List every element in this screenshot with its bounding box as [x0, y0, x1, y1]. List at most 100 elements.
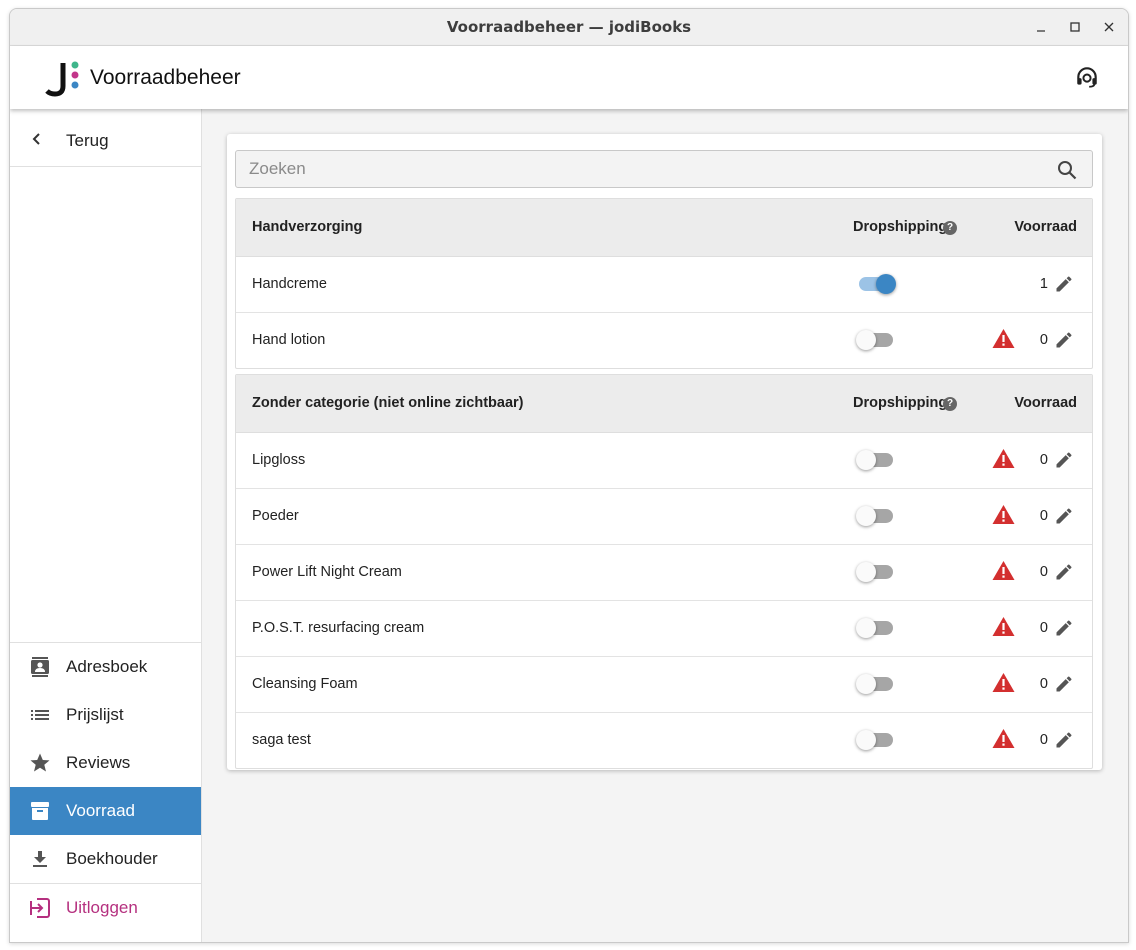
- warning-icon: [992, 328, 1015, 349]
- dropshipping-toggle[interactable]: [856, 450, 893, 470]
- dropshipping-toggle[interactable]: [856, 506, 893, 526]
- dropshipping-toggle[interactable]: [856, 330, 893, 350]
- column-header-dropshipping: Dropshipping: [853, 395, 948, 411]
- table-header: Zonder categorie (niet online zichtbaar)…: [236, 375, 1092, 433]
- stock-quantity: 0: [1039, 332, 1048, 348]
- sidebar-item-label: Prijslijst: [66, 705, 124, 724]
- chevron-left-icon: [30, 129, 44, 154]
- product-row: Lipgloss 0: [236, 433, 1092, 489]
- help-icon[interactable]: ?: [943, 221, 957, 235]
- download-icon: [28, 847, 52, 871]
- warning-icon: [992, 504, 1015, 525]
- sidebar-nav: Adresboek Prijslijst Reviews Voorraad Bo…: [10, 642, 201, 934]
- product-name: P.O.S.T. resurfacing cream: [252, 620, 425, 636]
- table-header: Handverzorging Dropshipping? Voorraad: [236, 199, 1092, 257]
- sidebar-item-voorraad[interactable]: Voorraad: [10, 787, 201, 835]
- column-header-voorraad: Voorraad: [1014, 219, 1077, 235]
- edit-pencil-icon[interactable]: [1054, 274, 1074, 294]
- jodibooks-logo: [44, 58, 84, 98]
- edit-pencil-icon[interactable]: [1054, 330, 1074, 350]
- edit-pencil-icon[interactable]: [1054, 562, 1074, 582]
- edit-pencil-icon[interactable]: [1054, 506, 1074, 526]
- toggle-knob: [856, 730, 876, 750]
- maximize-icon[interactable]: [1060, 9, 1090, 45]
- back-button[interactable]: Terug: [10, 109, 201, 167]
- toggle-knob: [856, 506, 876, 526]
- close-icon[interactable]: [1094, 9, 1124, 45]
- help-icon[interactable]: ?: [943, 397, 957, 411]
- archive-icon: [28, 799, 52, 823]
- search-input[interactable]: [236, 151, 1046, 187]
- window-titlebar: Voorraadbeheer — jodiBooks: [10, 9, 1128, 46]
- toggle-knob: [856, 330, 876, 350]
- category-table: Zonder categorie (niet online zichtbaar)…: [235, 374, 1093, 769]
- warning-icon: [992, 672, 1015, 693]
- main-content: Handverzorging Dropshipping? Voorraad Handc…: [202, 109, 1128, 942]
- sidebar-item-label: Adresboek: [66, 657, 148, 676]
- sidebar-item-boekhouder[interactable]: Boekhouder: [10, 835, 201, 883]
- category-table: Handverzorging Dropshipping? Voorraad Handc…: [235, 198, 1093, 369]
- product-row: Cleansing Foam 0: [236, 657, 1092, 713]
- support-headset-icon[interactable]: [1074, 64, 1100, 90]
- category-name: Zonder categorie (niet online zichtbaar): [252, 395, 524, 411]
- toggle-knob: [856, 618, 876, 638]
- column-header-dropshipping: Dropshipping: [853, 219, 948, 235]
- stock-card: Handverzorging Dropshipping? Voorraad Handc…: [227, 134, 1102, 770]
- toggle-knob: [876, 274, 896, 294]
- toggle-knob: [856, 674, 876, 694]
- stock-quantity: 0: [1039, 676, 1048, 692]
- stock-quantity: 0: [1039, 452, 1048, 468]
- product-name: Hand lotion: [252, 332, 326, 348]
- product-row: Handcreme 1: [236, 257, 1092, 313]
- sidebar-item-reviews[interactable]: Reviews: [10, 739, 201, 787]
- sidebar-item-label: Reviews: [66, 753, 131, 772]
- edit-pencil-icon[interactable]: [1054, 674, 1074, 694]
- logout-label: Uitloggen: [66, 898, 138, 917]
- product-row: Poeder 0: [236, 489, 1092, 545]
- dropshipping-toggle[interactable]: [859, 274, 896, 294]
- column-header-voorraad: Voorraad: [1014, 395, 1077, 411]
- stock-quantity: 0: [1039, 732, 1048, 748]
- product-name: saga test: [252, 732, 311, 748]
- dropshipping-toggle[interactable]: [856, 562, 893, 582]
- toggle-knob: [856, 562, 876, 582]
- logout-button[interactable]: Uitloggen: [10, 883, 201, 934]
- warning-icon: [992, 728, 1015, 749]
- toggle-knob: [856, 450, 876, 470]
- dropshipping-toggle[interactable]: [856, 730, 893, 750]
- search-icon[interactable]: [1056, 159, 1078, 181]
- product-row: P.O.S.T. resurfacing cream 0: [236, 601, 1092, 657]
- sidebar-item-label: Boekhouder: [66, 849, 158, 868]
- logout-icon: [28, 896, 52, 920]
- product-name: Cleansing Foam: [252, 676, 358, 692]
- product-name: Poeder: [252, 508, 299, 524]
- sidebar-item-adresboek[interactable]: Adresboek: [10, 643, 201, 691]
- edit-pencil-icon[interactable]: [1054, 618, 1074, 638]
- product-row: Hand lotion 0: [236, 313, 1092, 368]
- stock-quantity: 0: [1039, 620, 1048, 636]
- page-title: Voorraadbeheer: [90, 66, 241, 89]
- product-name: Handcreme: [252, 276, 327, 292]
- star-icon: [28, 751, 52, 775]
- stock-quantity: 1: [1039, 276, 1048, 292]
- contacts-icon: [28, 655, 52, 679]
- product-row: Power Lift Night Cream 0: [236, 545, 1092, 601]
- warning-icon: [992, 616, 1015, 637]
- sidebar-item-prijslijst[interactable]: Prijslijst: [10, 691, 201, 739]
- stock-quantity: 0: [1039, 508, 1048, 524]
- product-name: Lipgloss: [252, 452, 306, 468]
- list-icon: [28, 703, 52, 727]
- stock-quantity: 0: [1039, 564, 1048, 580]
- edit-pencil-icon[interactable]: [1054, 450, 1074, 470]
- sidebar: Terug Adresboek Prijslijst Reviews Voorr…: [10, 109, 202, 942]
- warning-icon: [992, 560, 1015, 581]
- category-name: Handverzorging: [252, 219, 363, 235]
- dropshipping-toggle[interactable]: [856, 674, 893, 694]
- dropshipping-toggle[interactable]: [856, 618, 893, 638]
- edit-pencil-icon[interactable]: [1054, 730, 1074, 750]
- window-title: Voorraadbeheer — jodiBooks: [446, 18, 692, 36]
- app-header: Voorraadbeheer: [10, 46, 1128, 109]
- app-window: Voorraadbeheer — jodiBooks Voorraadbehee…: [9, 8, 1129, 943]
- minimize-icon[interactable]: [1026, 9, 1056, 45]
- product-name: Power Lift Night Cream: [252, 564, 402, 580]
